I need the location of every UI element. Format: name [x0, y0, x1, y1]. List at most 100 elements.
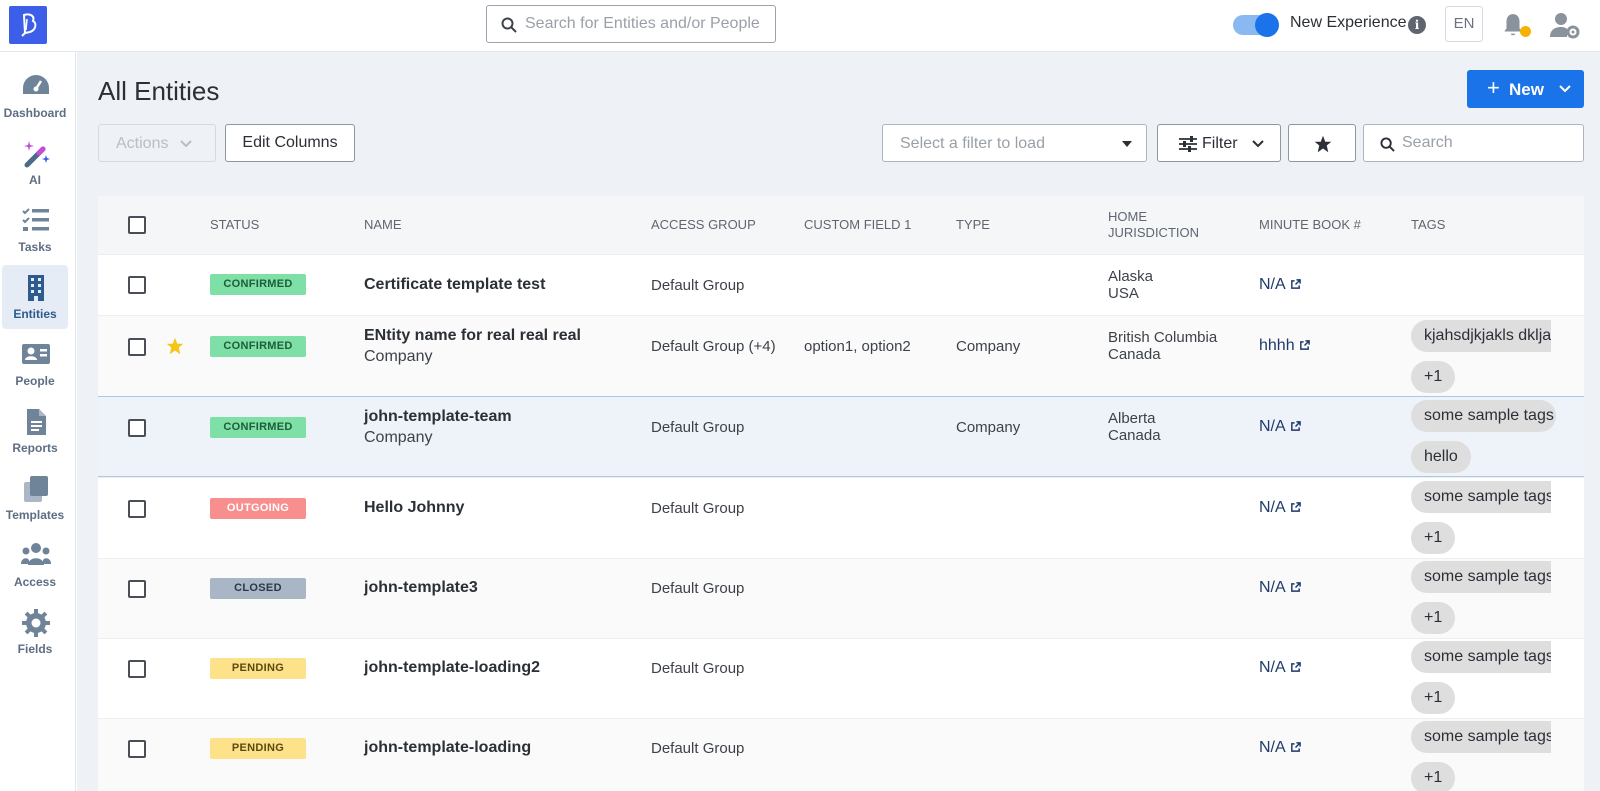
minute-book-link[interactable]: N/A [1259, 659, 1301, 677]
tag-more-chip[interactable]: +1 [1411, 762, 1456, 791]
column-header-line: HOME [1108, 209, 1147, 224]
minute-book-link[interactable]: hhhh [1259, 337, 1310, 355]
actions-button-label: Actions [116, 135, 169, 152]
column-header-type[interactable]: TYPE [956, 217, 990, 233]
access-group-cell: Default Group [651, 660, 745, 677]
row-checkbox[interactable] [128, 419, 146, 437]
minute-book-link[interactable]: N/A [1259, 418, 1301, 436]
global-search-input[interactable] [525, 6, 770, 42]
filter-button-label: Filter [1202, 135, 1238, 152]
jurisdiction-cell: Alaska USA [1108, 268, 1153, 302]
table-row[interactable]: CONFIRMED ENtity name for real real real… [98, 315, 1584, 396]
sidebar-item-ai[interactable]: AI [2, 131, 68, 195]
minute-book-link[interactable]: N/A [1259, 499, 1301, 517]
chevron-down-icon [1559, 85, 1571, 93]
sidebar-item-label: Tasks [18, 240, 52, 254]
entity-name-link[interactable]: Hello Johnny [364, 499, 464, 517]
column-header-name[interactable]: NAME [364, 217, 402, 233]
new-experience-toggle[interactable] [1233, 13, 1279, 37]
entity-name-link[interactable]: john-template-loading [364, 739, 531, 757]
access-group-cell: Default Group [651, 580, 745, 597]
sidebar-item-label: Reports [12, 441, 58, 455]
tag-chip[interactable]: some sample tags [1411, 481, 1551, 513]
jurisdiction-country: USA [1108, 285, 1139, 302]
tag-more-chip[interactable]: +1 [1411, 602, 1456, 634]
column-header-tags[interactable]: TAGS [1411, 217, 1445, 233]
entity-name-link[interactable]: ENtity name for real real real [364, 327, 581, 345]
tag-more-chip[interactable]: +1 [1411, 682, 1456, 714]
jurisdiction-cell: Alberta Canada [1108, 410, 1161, 444]
table-row[interactable]: PENDING john-template-loading2 Default G… [98, 638, 1584, 718]
sidebar-item-reports[interactable]: Reports [2, 399, 68, 463]
entity-name-link[interactable]: john-template-loading2 [364, 659, 540, 677]
table-row[interactable]: PENDING john-template-loading Default Gr… [98, 718, 1584, 791]
table-search-input[interactable] [1402, 125, 1577, 161]
access-group-cell: Default Group [651, 740, 745, 757]
tag-chip[interactable]: some sample tags [1411, 641, 1551, 673]
entity-name-link[interactable]: john-template-team [364, 408, 512, 426]
column-header-custom-field-1[interactable]: CUSTOM FIELD 1 [804, 217, 911, 233]
app-logo[interactable] [9, 6, 47, 44]
favorites-button[interactable] [1288, 124, 1356, 162]
entities-table: STATUS NAME ACCESS GROUP CUSTOM FIELD 1 … [98, 196, 1584, 791]
sidebar-item-tasks[interactable]: Tasks [2, 198, 68, 262]
new-button[interactable]: + New [1467, 70, 1584, 108]
user-settings-icon[interactable] [1550, 11, 1580, 39]
row-checkbox[interactable] [128, 338, 146, 356]
gear-icon [22, 609, 50, 637]
minute-book-link[interactable]: N/A [1259, 276, 1301, 294]
column-header-line: JURISDICTION [1108, 225, 1199, 240]
sidebar-item-people[interactable]: People [2, 332, 68, 396]
language-button[interactable]: EN [1445, 6, 1483, 42]
column-header-status[interactable]: STATUS [210, 217, 259, 233]
star-icon [1314, 135, 1332, 153]
row-checkbox[interactable] [128, 740, 146, 758]
sidebar-item-access[interactable]: Access [2, 533, 68, 597]
edit-columns-button[interactable]: Edit Columns [225, 124, 355, 162]
saved-filter-select[interactable]: Select a filter to load [882, 124, 1147, 162]
tag-more-chip[interactable]: +1 [1411, 361, 1456, 393]
row-checkbox[interactable] [128, 276, 146, 294]
table-row[interactable]: CLOSED john-template3 Default Group N/A … [98, 558, 1584, 638]
sidebar-item-templates[interactable]: Templates [2, 466, 68, 530]
external-link-icon [1290, 502, 1301, 513]
jurisdiction-region: Alaska [1108, 268, 1154, 285]
table-row[interactable]: OUTGOING Hello Johnny Default Group N/A … [98, 477, 1584, 558]
minute-book-link[interactable]: N/A [1259, 739, 1301, 757]
table-row[interactable]: CONFIRMED john-template-team Company Def… [98, 396, 1584, 477]
sidebar-item-dashboard[interactable]: Dashboard [2, 64, 68, 128]
select-all-checkbox[interactable] [128, 216, 146, 234]
minute-book-value: N/A [1259, 418, 1286, 435]
actions-button[interactable]: Actions [98, 124, 216, 162]
tag-chip[interactable]: hello [1411, 441, 1471, 473]
column-header-home-jurisdiction[interactable]: HOME JURISDICTION [1108, 209, 1199, 241]
tag-chip[interactable]: some sample tags [1411, 721, 1551, 753]
entity-name-link[interactable]: Certificate template test [364, 276, 545, 294]
sidebar-item-fields[interactable]: Fields [2, 600, 68, 664]
status-badge: CONFIRMED [210, 274, 306, 295]
filter-button[interactable]: Filter [1157, 124, 1281, 162]
global-search[interactable] [486, 5, 776, 43]
column-header-access-group[interactable]: ACCESS GROUP [651, 217, 756, 233]
tag-chip[interactable]: some sample tags [1411, 561, 1551, 593]
table-row[interactable]: CONFIRMED Certificate template test Defa… [98, 254, 1584, 315]
minute-book-link[interactable]: N/A [1259, 579, 1301, 597]
favorite-star-icon[interactable] [166, 337, 184, 355]
sidebar-item-entities[interactable]: Entities [2, 265, 68, 329]
table-search[interactable] [1363, 124, 1584, 162]
info-icon[interactable]: i [1408, 16, 1426, 34]
main-content: All Entities + New Actions Edit Columns … [77, 52, 1600, 791]
entity-name-link[interactable]: john-template3 [364, 579, 478, 597]
row-checkbox[interactable] [128, 500, 146, 518]
caret-down-icon [1122, 141, 1132, 147]
tag-chip[interactable]: kjahsdjkjakls dklja [1411, 320, 1551, 352]
sidebar: Dashboard AI Tasks Entities People Repor… [0, 52, 76, 791]
row-checkbox[interactable] [128, 580, 146, 598]
sidebar-item-label: Fields [17, 642, 53, 656]
tag-more-chip[interactable]: +1 [1411, 522, 1456, 554]
column-header-minute-book[interactable]: MINUTE BOOK # [1259, 217, 1361, 233]
row-checkbox[interactable] [128, 660, 146, 678]
tag-chip[interactable]: some sample tags [1411, 400, 1556, 432]
jurisdiction-country: Canada [1108, 346, 1161, 363]
chevron-down-icon [180, 140, 192, 148]
